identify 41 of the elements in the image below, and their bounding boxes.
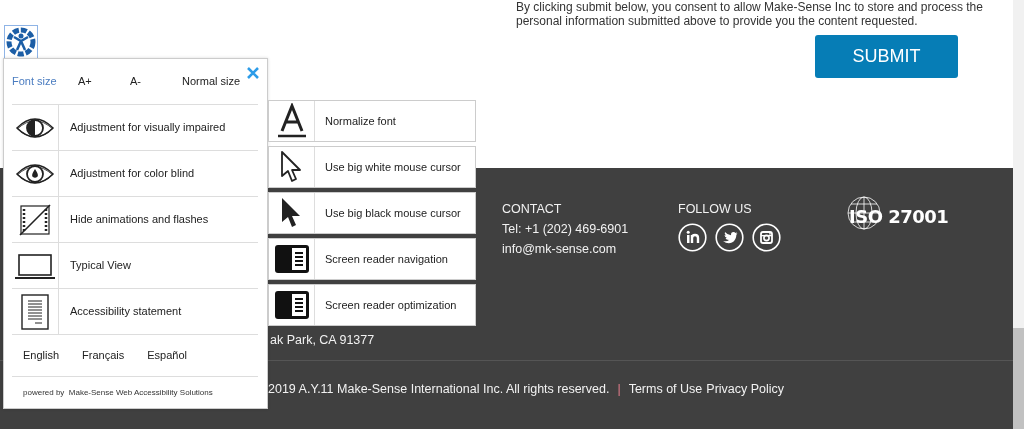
submit-button[interactable]: SUBMIT <box>815 35 958 78</box>
menu-item[interactable]: Adjustment for color blind <box>12 150 258 196</box>
contact-heading: CONTACT <box>502 201 563 218</box>
twitter-icon[interactable] <box>715 223 744 252</box>
powered-by-text: powered by Make-Sense Web Accessibility Solutions <box>23 386 213 399</box>
font-size-option[interactable]: A- <box>130 73 182 90</box>
option-item[interactable]: Normalize font <box>268 100 476 142</box>
option-item[interactable]: Screen reader optimization <box>268 284 476 326</box>
menu-item[interactable]: Typical View <box>12 242 258 288</box>
screen-reader-icon <box>273 244 310 274</box>
scrollbar-thumb[interactable] <box>1013 328 1024 429</box>
menu-item[interactable]: Accessibility statement <box>12 288 258 334</box>
close-icon[interactable] <box>246 66 260 80</box>
accessibility-button[interactable] <box>4 25 38 59</box>
film-slash-icon <box>18 202 52 237</box>
option-item[interactable]: Screen reader navigation <box>268 238 476 280</box>
font-size-option[interactable]: Normal size <box>182 73 241 90</box>
instagram-icon[interactable] <box>752 223 781 252</box>
font-size-option[interactable]: A+ <box>78 73 130 90</box>
document-icon <box>20 292 50 331</box>
scrollbar-track[interactable] <box>1013 0 1024 429</box>
footer-link[interactable]: Privacy Policy <box>706 380 785 399</box>
follow-heading: FOLLOW US <box>678 201 753 218</box>
font-size-label: Font size <box>12 74 58 90</box>
language-link[interactable]: Español <box>147 347 188 364</box>
linkedin-icon[interactable] <box>678 223 707 252</box>
menu-item[interactable]: Adjustment for visually impaired <box>12 104 258 150</box>
language-link[interactable]: English <box>23 347 60 364</box>
phone-text: Tel: +1 (202) 469-6901 <box>502 221 630 238</box>
copyright-text: 2019 A.Y.11 Make-Sense International Inc. All rights reserved. <box>268 381 610 398</box>
consent-text: By clicking submit below, you consent to allow Make-Sense Inc to store and process the personal information submitted above to provide you the content requested. <box>516 0 984 28</box>
accessibility-icon <box>5 26 37 58</box>
option-item[interactable]: Use big white mouse cursor <box>268 146 476 188</box>
screen-reader-icon <box>273 290 310 320</box>
footer-link[interactable]: Terms of Use <box>628 380 703 399</box>
option-item[interactable]: Use big black mouse cursor <box>268 192 476 234</box>
menu-item[interactable]: Hide animations and flashes <box>12 196 258 242</box>
language-link[interactable]: Français <box>82 347 125 364</box>
address-text: ak Park, CA 91377 <box>270 333 375 347</box>
separator: | <box>617 381 621 398</box>
email-link[interactable]: info@mk-sense.com <box>502 239 678 259</box>
